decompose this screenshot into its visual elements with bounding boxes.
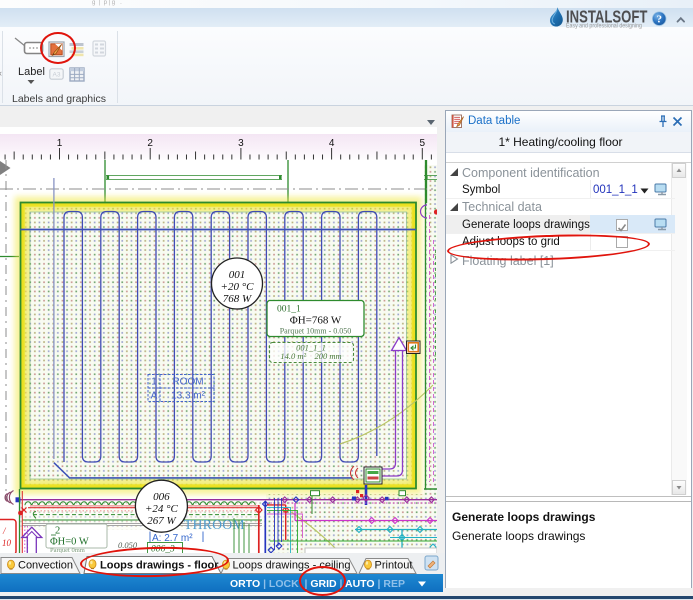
svg-text:10: 10 — [2, 538, 12, 548]
svg-text:001_1: 001_1 — [277, 305, 301, 315]
svg-text:2: 2 — [147, 138, 153, 149]
svg-text:A3: A3 — [53, 72, 61, 79]
svg-text:ΦH=768 W: ΦH=768 W — [290, 315, 342, 327]
svg-text:001: 001 — [229, 269, 246, 281]
svg-text:13.3 m²: 13.3 m² — [171, 391, 206, 402]
svg-text:768 W: 768 W — [223, 293, 252, 305]
svg-text:Easy and professional designin: Easy and professional designing — [566, 23, 642, 29]
svg-text:+24 °C: +24 °C — [145, 503, 179, 515]
svg-text:1: 1 — [57, 138, 63, 149]
svg-text:+20 °C: +20 °C — [221, 281, 255, 293]
svg-text:ROOM: ROOM — [172, 377, 203, 388]
svg-text:THROOM: THROOM — [184, 517, 245, 532]
svg-text:14.0 m² 200 mm: 14.0 m² 200 mm — [280, 351, 341, 361]
svg-text:ΦH=0 W: ΦH=0 W — [50, 537, 89, 548]
svg-text:267 W: 267 W — [147, 515, 176, 527]
svg-text:Parquet 10mm - 0.050: Parquet 10mm - 0.050 — [280, 327, 352, 336]
svg-text:?: ? — [656, 14, 662, 26]
svg-text:A: 2.7 m²: A: 2.7 m² — [152, 533, 193, 544]
svg-text:006: 006 — [153, 491, 170, 503]
svg-text:Convection: Convection — [18, 560, 73, 572]
svg-text:Printout: Printout — [375, 560, 413, 572]
svg-text:5: 5 — [420, 138, 426, 149]
svg-text:3: 3 — [238, 138, 244, 149]
svg-text:4: 4 — [329, 138, 335, 149]
svg-text:1: 1 — [151, 377, 157, 388]
svg-text:A: A — [151, 391, 158, 402]
